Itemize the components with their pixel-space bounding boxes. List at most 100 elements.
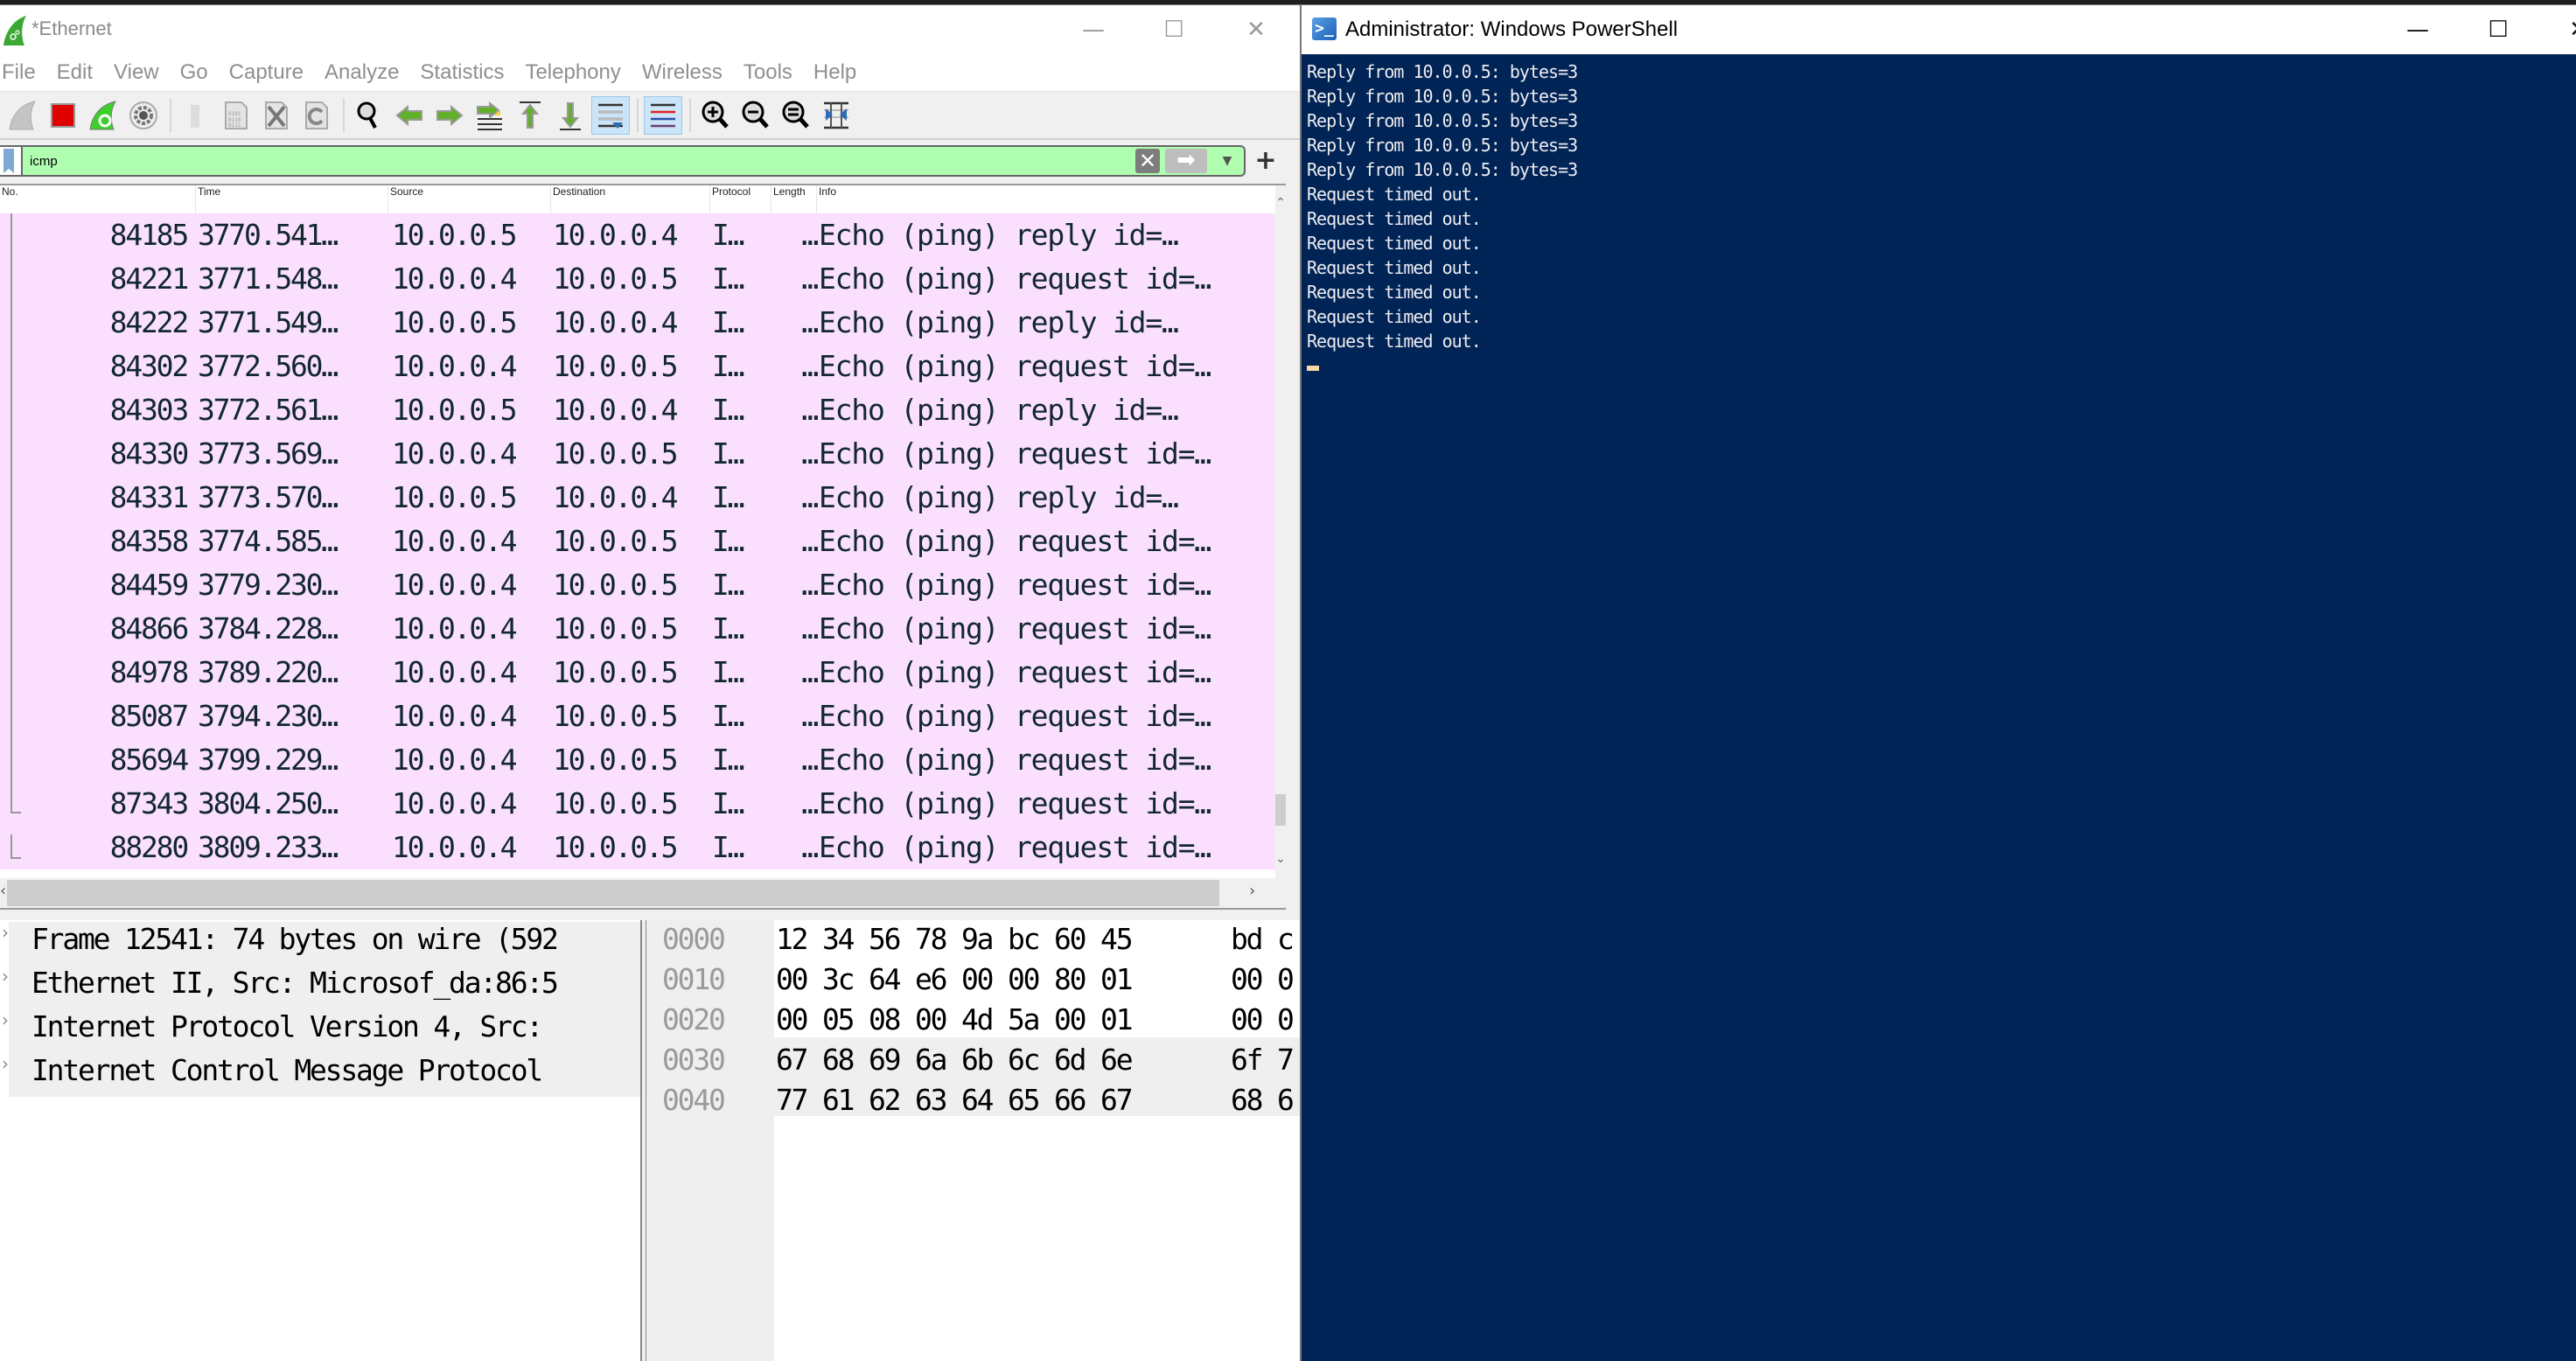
expand-arrow-icon[interactable]: › bbox=[2, 966, 9, 987]
menu-wireless[interactable]: Wireless bbox=[639, 60, 735, 85]
minimize-button[interactable]: — bbox=[2391, 12, 2444, 47]
capture-options-button[interactable] bbox=[124, 96, 163, 135]
auto-scroll-button[interactable] bbox=[591, 95, 630, 135]
scroll-up-icon[interactable]: ⌃ bbox=[1275, 196, 1286, 210]
bytes-row[interactable]: 0040 77 61 62 63 64 65 66 67 68 6 bbox=[646, 1083, 1300, 1121]
wireshark-title-bar[interactable]: *Ethernet — ☐ ✕ bbox=[0, 5, 1300, 54]
filter-history-dropdown[interactable]: ▼ bbox=[1218, 150, 1237, 171]
packet-destination: 10.0.0.5 bbox=[553, 611, 679, 646]
packet-row[interactable]: 84978 3789.220… 10.0.0.4 10.0.0.5 I… … Echo (p… bbox=[0, 651, 1275, 694]
column-time[interactable]: Time bbox=[196, 185, 388, 213]
packet-row[interactable]: 84459 3779.230… 10.0.0.4 10.0.0.5 I… … Echo (p… bbox=[0, 563, 1275, 607]
scrollbar-thumb[interactable] bbox=[1275, 794, 1286, 826]
go-first-button[interactable] bbox=[511, 96, 549, 135]
packet-time: 3789.220… bbox=[198, 655, 339, 689]
menu-edit[interactable]: Edit bbox=[53, 60, 105, 85]
go-last-button[interactable] bbox=[551, 96, 590, 135]
go-forward-button[interactable] bbox=[430, 96, 469, 135]
packet-row[interactable]: 84330 3773.569… 10.0.0.4 10.0.0.5 I… … Echo (p… bbox=[0, 432, 1275, 476]
close-button[interactable]: ✕ bbox=[1230, 12, 1282, 47]
scroll-down-icon[interactable]: ⌄ bbox=[1275, 852, 1286, 866]
menu-help[interactable]: Help bbox=[810, 60, 869, 85]
bytes-row[interactable]: 0000 12 34 56 78 9a bc 60 45 bd c bbox=[646, 922, 1300, 960]
packet-row[interactable]: 84221 3771.548… 10.0.0.4 10.0.0.5 I… … Echo (p… bbox=[0, 257, 1275, 301]
expand-arrow-icon[interactable]: › bbox=[2, 1009, 9, 1030]
normal-size-button[interactable] bbox=[777, 96, 815, 135]
menu-view[interactable]: View bbox=[110, 60, 171, 85]
zoom-out-button[interactable] bbox=[736, 96, 775, 135]
column-no[interactable]: No. bbox=[0, 185, 196, 213]
bytes-row[interactable]: 0010 00 3c 64 e6 00 00 80 01 00 0 bbox=[646, 962, 1300, 1001]
column-protocol[interactable]: Protocol bbox=[710, 185, 771, 213]
shark-fin-icon bbox=[9, 100, 37, 129]
column-info[interactable]: Info bbox=[817, 185, 1275, 213]
go-back-button[interactable] bbox=[390, 96, 429, 135]
go-to-packet-button[interactable] bbox=[471, 96, 509, 135]
display-filter-input[interactable] bbox=[30, 150, 1132, 171]
packet-row[interactable]: 87343 3804.250… 10.0.0.4 10.0.0.5 I… … Echo (p… bbox=[0, 782, 1275, 826]
expand-arrow-icon[interactable]: › bbox=[2, 1053, 9, 1074]
packet-destination: 10.0.0.5 bbox=[553, 568, 679, 602]
menu-tools[interactable]: Tools bbox=[740, 60, 805, 85]
zoom-in-button[interactable] bbox=[696, 96, 735, 135]
hex-bytes-second-group: 00 0 bbox=[1231, 1002, 1295, 1036]
console-line: Request timed out. bbox=[1307, 257, 1482, 278]
find-packet-button[interactable] bbox=[350, 96, 388, 135]
detail-tree-item[interactable]: › Internet Protocol Version 4, Src: bbox=[0, 1009, 642, 1053]
bytes-row[interactable]: 0030 67 68 69 6a 6b 6c 6d 6e 6f 7 bbox=[646, 1043, 1300, 1081]
menu-file[interactable]: File bbox=[0, 60, 48, 85]
packet-row[interactable]: 84222 3771.549… 10.0.0.5 10.0.0.4 I… … Echo (p… bbox=[0, 301, 1275, 345]
packet-row[interactable]: 84185 3770.541… 10.0.0.5 10.0.0.4 I… … Echo (p… bbox=[0, 213, 1275, 257]
maximize-button[interactable]: ☐ bbox=[2472, 12, 2524, 47]
stop-capture-button[interactable] bbox=[44, 96, 82, 135]
scroll-right-icon[interactable]: › bbox=[1249, 882, 1255, 900]
menu-go[interactable]: Go bbox=[177, 60, 220, 85]
reload-file-button[interactable] bbox=[297, 96, 336, 135]
hex-bytes: 77 61 62 63 64 65 66 67 bbox=[776, 1083, 1134, 1117]
maximize-button[interactable]: ☐ bbox=[1148, 12, 1200, 47]
packet-row[interactable]: 85694 3799.229… 10.0.0.4 10.0.0.5 I… … Echo (p… bbox=[0, 738, 1275, 782]
packet-source: 10.0.0.4 bbox=[392, 436, 518, 471]
packet-row[interactable]: 88280 3809.233… 10.0.0.4 10.0.0.5 I… … Echo (p… bbox=[0, 826, 1275, 869]
clear-filter-button[interactable]: ✕ bbox=[1135, 149, 1160, 173]
packet-row[interactable]: 84303 3772.561… 10.0.0.5 10.0.0.4 I… … Echo (p… bbox=[0, 388, 1275, 432]
colorize-button[interactable] bbox=[644, 95, 682, 135]
menu-statistics[interactable]: Statistics bbox=[416, 60, 516, 85]
detail-tree-item[interactable]: › Frame 12541: 74 bytes on wire (592 bbox=[0, 922, 642, 966]
minimize-button[interactable]: — bbox=[1067, 12, 1120, 47]
restart-capture-button[interactable] bbox=[84, 96, 122, 135]
expand-arrow-icon[interactable]: › bbox=[2, 922, 9, 943]
scrollbar-thumb[interactable] bbox=[7, 880, 1219, 906]
detail-tree-item[interactable]: › Internet Control Message Protocol bbox=[0, 1053, 642, 1097]
packet-length: … bbox=[801, 611, 819, 646]
scroll-left-icon[interactable]: ‹ bbox=[0, 882, 6, 900]
menu-capture[interactable]: Capture bbox=[226, 60, 316, 85]
menu-analyze[interactable]: Analyze bbox=[321, 60, 411, 85]
start-capture-button[interactable] bbox=[3, 96, 42, 135]
filter-bookmark-button[interactable] bbox=[0, 147, 23, 175]
powershell-title-bar[interactable]: >_ Administrator: Windows PowerShell — ☐… bbox=[1302, 5, 2576, 54]
open-file-button[interactable] bbox=[177, 96, 215, 135]
detail-tree-item[interactable]: › Ethernet II, Src: Microsof_da:86:5 bbox=[0, 966, 642, 1009]
column-length[interactable]: Length bbox=[771, 185, 817, 213]
console-output[interactable]: Reply from 10.0.0.5: bytes=3 Reply from 1… bbox=[1303, 61, 2563, 1356]
packet-row[interactable]: 85087 3794.230… 10.0.0.4 10.0.0.5 I… … Echo (p… bbox=[0, 694, 1275, 738]
bytes-row[interactable]: 0020 00 05 08 00 4d 5a 00 01 00 0 bbox=[646, 1002, 1300, 1041]
packet-row[interactable]: 84302 3772.560… 10.0.0.4 10.0.0.5 I… … Echo (p… bbox=[0, 345, 1275, 388]
packet-row[interactable]: 84866 3784.228… 10.0.0.4 10.0.0.5 I… … Echo (p… bbox=[0, 607, 1275, 651]
resize-columns-button[interactable] bbox=[817, 96, 855, 135]
add-filter-button[interactable]: + bbox=[1253, 145, 1279, 177]
packet-info: Echo (ping) reply id=… bbox=[819, 480, 1179, 514]
close-button[interactable]: ✕ bbox=[2552, 12, 2576, 47]
packet-row[interactable]: 84358 3774.585… 10.0.0.4 10.0.0.5 I… … Echo (p… bbox=[0, 520, 1275, 563]
column-source[interactable]: Source bbox=[388, 185, 551, 213]
close-file-button[interactable] bbox=[257, 96, 296, 135]
column-destination[interactable]: Destination bbox=[551, 185, 710, 213]
packet-row[interactable]: 84331 3773.570… 10.0.0.5 10.0.0.4 I… … Echo (p… bbox=[0, 476, 1275, 520]
save-file-button[interactable]: 0101 0110 0111 bbox=[217, 96, 255, 135]
packet-list-hscrollbar[interactable]: ‹ › bbox=[0, 878, 1286, 910]
apply-filter-button[interactable]: ➡ bbox=[1165, 149, 1207, 173]
packet-list-vscrollbar[interactable]: ⌃ ⌄ bbox=[1275, 185, 1286, 878]
byte-offset: 0030 bbox=[662, 1043, 726, 1077]
menu-telephony[interactable]: Telephony bbox=[521, 60, 632, 85]
